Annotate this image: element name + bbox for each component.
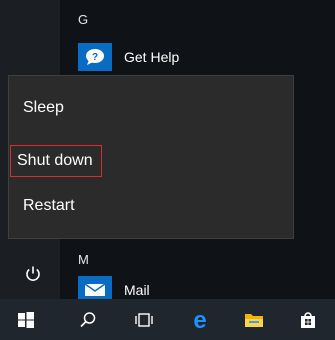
start-button[interactable]: [0, 299, 52, 340]
help-chat-icon: ?: [86, 49, 104, 65]
svg-text:e: e: [193, 308, 206, 332]
power-icon: [26, 266, 40, 281]
restart-option[interactable]: Restart: [9, 197, 75, 215]
taskbar: e: [0, 299, 335, 340]
file-explorer-icon: [245, 313, 263, 327]
file-explorer-button[interactable]: [228, 299, 280, 340]
sleep-option[interactable]: Sleep: [9, 99, 64, 117]
mail-label: Mail: [124, 282, 150, 298]
task-view-icon: [135, 312, 153, 327]
power-button[interactable]: [14, 258, 52, 290]
search-button[interactable]: [62, 299, 114, 340]
task-view-button[interactable]: [118, 299, 170, 340]
windows-start-icon: [18, 311, 34, 328]
letter-header-g[interactable]: G: [78, 12, 88, 27]
svg-text:?: ?: [92, 52, 98, 63]
app-get-help[interactable]: ? Get Help: [78, 43, 179, 71]
power-menu: Sleep Shut down Restart: [8, 75, 294, 239]
mail-icon: [84, 283, 106, 296]
search-icon: [80, 311, 96, 327]
shut-down-label: Shut down: [10, 145, 102, 177]
get-help-tile: ?: [78, 43, 112, 71]
edge-icon: e: [193, 308, 206, 332]
shut-down-option[interactable]: Shut down: [10, 145, 102, 177]
get-help-label: Get Help: [124, 49, 180, 65]
edge-button[interactable]: e: [174, 299, 226, 340]
store-icon: [301, 311, 315, 328]
letter-header-m[interactable]: M: [78, 252, 89, 267]
store-button[interactable]: [282, 299, 334, 340]
